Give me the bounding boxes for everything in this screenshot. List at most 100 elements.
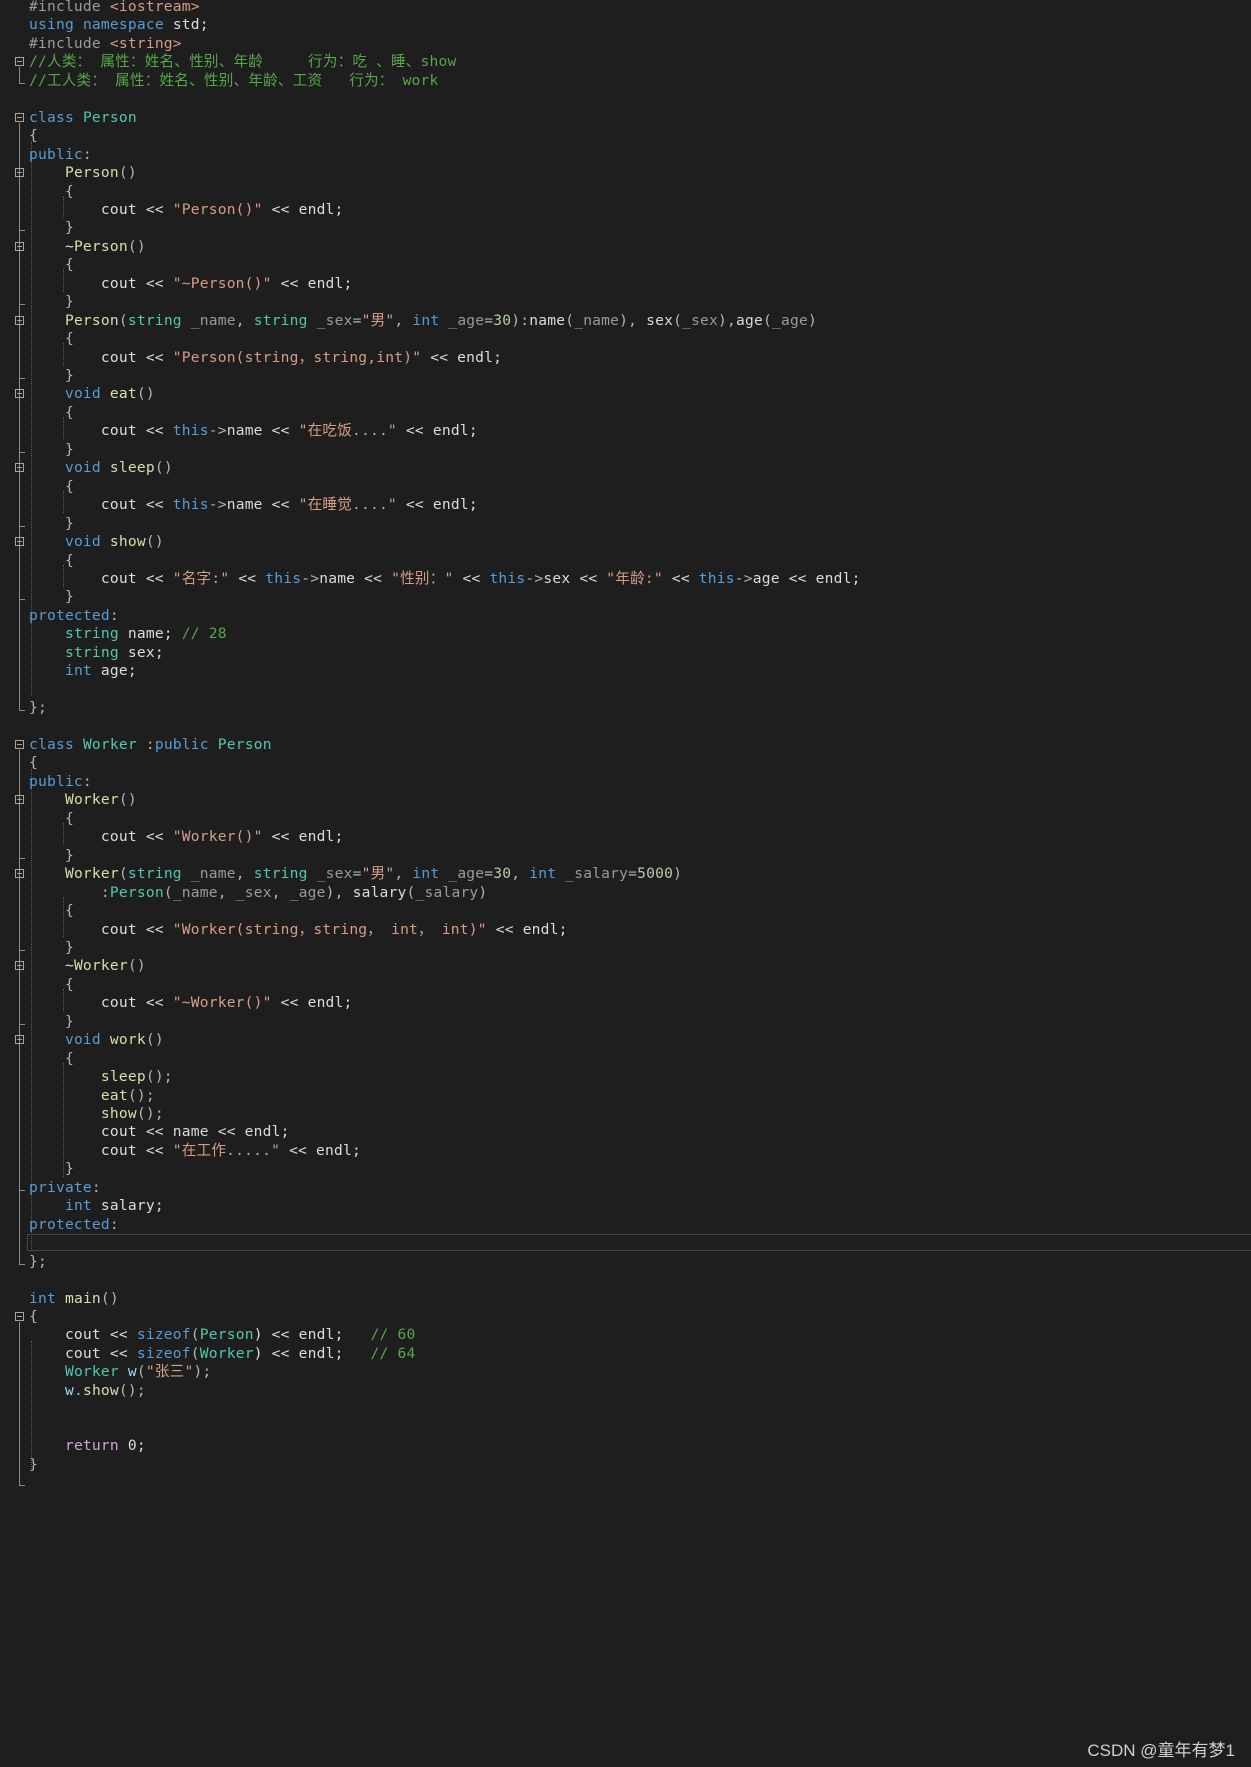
code-text: Worker() [29, 790, 137, 810]
code-token: << endl; [262, 200, 344, 218]
code-text: } [29, 218, 74, 238]
code-token: void [64, 533, 101, 551]
code-line: return 0; [0, 1436, 1251, 1456]
code-token: } [29, 367, 74, 384]
code-token: this [265, 569, 302, 587]
code-line: cout << "~Person()" << endl; [0, 274, 1251, 294]
code-token: -> [525, 569, 544, 587]
code-token: cout << [29, 569, 173, 587]
code-line: private: [0, 1178, 1251, 1198]
code-token: ), [718, 311, 737, 329]
collapse-toggle-icon[interactable] [15, 315, 24, 325]
code-token: { [29, 127, 38, 145]
collapse-toggle-icon[interactable] [15, 795, 24, 805]
code-token: Person [199, 1326, 254, 1344]
code-token: _name [190, 311, 236, 329]
code-token: "Worker()" [172, 828, 263, 846]
code-line: { [0, 255, 1251, 275]
collapse-toggle-icon[interactable] [15, 537, 24, 547]
code-token: return [64, 1437, 119, 1455]
code-token: : [29, 883, 110, 901]
code-line: { [0, 753, 1251, 773]
code-text: cout << name << endl; [29, 1122, 290, 1142]
code-token: sex; [118, 643, 164, 661]
code-line: } [0, 218, 1251, 238]
code-token: 30 [493, 865, 512, 883]
code-text: return 0; [29, 1436, 146, 1456]
code-token: cout << [29, 828, 173, 846]
code-token: = [484, 311, 494, 329]
code-text: cout << "Worker(string，string， int， int)… [29, 920, 568, 940]
collapse-toggle-icon[interactable] [15, 57, 24, 67]
code-text: { [29, 1049, 74, 1069]
code-line: protected: [0, 1215, 1251, 1235]
code-line: { [0, 182, 1251, 202]
code-token: "年龄:" [606, 569, 663, 587]
code-token: } [29, 293, 74, 311]
code-line: protected: [0, 606, 1251, 626]
collapse-toggle-icon[interactable] [15, 389, 24, 399]
code-line: sleep(); [0, 1067, 1251, 1087]
collapse-toggle-icon[interactable] [15, 112, 24, 122]
code-token: int [529, 865, 557, 883]
code-token: << endl; [271, 274, 353, 292]
code-token: ( [136, 1363, 146, 1381]
code-text: { [29, 975, 74, 995]
code-line: class Person [0, 108, 1251, 128]
code-text: int main() [29, 1289, 119, 1309]
code-token: { [29, 975, 74, 993]
code-text: void show() [29, 532, 164, 552]
collapse-toggle-icon[interactable] [15, 463, 24, 473]
code-line: cout << sizeof(Person) << endl; // 60 [0, 1325, 1251, 1345]
code-token: Worker [64, 865, 119, 883]
code-token: int [29, 1289, 56, 1307]
code-line: { [0, 809, 1251, 829]
code-token: } [29, 588, 74, 606]
code-token: << endl; [208, 1123, 290, 1141]
code-token: << [229, 569, 266, 587]
code-line: //工人类： 属性：姓名、性别、年龄、工资 行为： work [0, 71, 1251, 91]
code-line: class Worker :public Person [0, 735, 1251, 755]
collapse-toggle-icon[interactable] [15, 740, 24, 749]
code-text: { [29, 809, 74, 829]
code-text: Person() [29, 163, 137, 183]
code-token: ) << endl; [253, 1344, 371, 1362]
code-text: } [29, 1159, 74, 1179]
code-token: cout << [29, 920, 173, 938]
collapse-toggle-icon[interactable] [15, 869, 24, 879]
code-token: } [29, 846, 74, 864]
code-token: name [172, 1123, 209, 1141]
code-editor[interactable]: #include <iostream> using namespace std; #… [0, 0, 1251, 1767]
code-line: cout << "在工作....." << endl; [0, 1141, 1251, 1161]
collapse-toggle-icon[interactable] [15, 961, 24, 971]
code-line: cout << "Person()" << endl; [0, 200, 1251, 220]
code-text: }; [29, 698, 47, 718]
code-token: cout << [29, 496, 173, 514]
code-token: age; [91, 662, 137, 680]
code-token: this [172, 496, 209, 514]
code-token: "男" [361, 311, 395, 329]
collapse-toggle-icon[interactable] [15, 168, 24, 178]
code-token: w [127, 1363, 137, 1381]
code-token: cout << [29, 1123, 173, 1141]
code-token: _name [172, 883, 218, 901]
code-text: protected: [29, 1215, 119, 1235]
code-token: string [64, 625, 119, 643]
code-token: class [29, 736, 74, 753]
code-text: { [29, 1307, 38, 1327]
collapse-toggle-icon[interactable] [15, 1035, 24, 1045]
collapse-toggle-icon[interactable] [15, 1311, 24, 1321]
code-token: ( [118, 865, 128, 883]
code-token: using [29, 16, 74, 34]
collapse-toggle-icon[interactable] [15, 241, 24, 251]
